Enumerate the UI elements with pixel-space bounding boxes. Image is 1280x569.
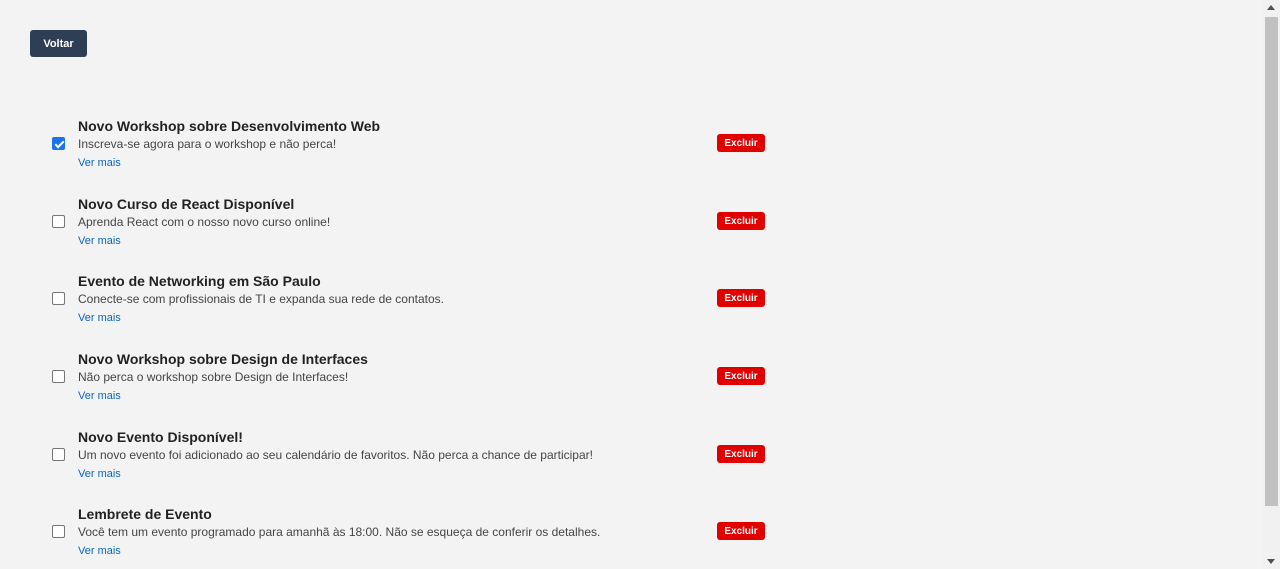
notification-checkbox[interactable] <box>52 137 65 150</box>
vertical-scrollbar[interactable] <box>1263 0 1280 569</box>
notification-checkbox[interactable] <box>52 447 65 461</box>
see-more-link[interactable]: Ver mais <box>78 544 121 558</box>
scrollbar-thumb[interactable] <box>1265 17 1278 506</box>
see-more-link[interactable]: Ver mais <box>78 311 121 325</box>
notification-item: Novo Workshop sobre Desenvolvimento Web … <box>0 114 800 192</box>
notifications-page: Voltar Novo Workshop sobre Desenvolvimen… <box>0 0 1263 569</box>
notification-description: Aprenda React com o nosso novo curso onl… <box>78 214 331 229</box>
notification-item: Lembrete de Evento Você tem um evento pr… <box>0 502 800 569</box>
see-more-link[interactable]: Ver mais <box>78 234 121 248</box>
notification-checkbox[interactable] <box>52 292 65 306</box>
notification-description: Conecte-se com profissionais de TI e exp… <box>78 292 444 307</box>
see-more-link[interactable]: Ver mais <box>78 467 121 481</box>
notification-content: Lembrete de Evento Você tem um evento pr… <box>78 505 698 559</box>
scroll-up-arrow-icon[interactable] <box>1267 5 1275 10</box>
notification-content: Novo Curso de React Disponível Aprenda R… <box>78 195 698 249</box>
scroll-down-arrow-icon[interactable] <box>1267 559 1275 564</box>
delete-button[interactable]: Excluir <box>717 367 765 386</box>
notification-title: Evento de Networking em São Paulo <box>78 273 321 290</box>
delete-button[interactable]: Excluir <box>717 134 765 152</box>
notification-content: Novo Workshop sobre Design de Interfaces… <box>78 350 698 404</box>
see-more-link[interactable]: Ver mais <box>78 156 121 170</box>
notification-title: Novo Evento Disponível! <box>78 428 243 445</box>
notification-item: Novo Curso de React Disponível Aprenda R… <box>0 192 800 270</box>
notification-item: Novo Workshop sobre Design de Interfaces… <box>0 347 800 425</box>
notification-description: Não perca o workshop sobre Design de Int… <box>78 370 349 385</box>
notification-description: Um novo evento foi adicionado ao seu cal… <box>78 447 593 462</box>
notification-title: Novo Workshop sobre Desenvolvimento Web <box>78 118 381 134</box>
notification-content: Novo Workshop sobre Desenvolvimento Web … <box>78 117 698 171</box>
notification-title: Lembrete de Evento <box>78 506 212 523</box>
notification-checkbox[interactable] <box>52 525 65 539</box>
notification-description: Inscreva-se agora para o workshop e não … <box>78 137 337 151</box>
notification-checkbox[interactable] <box>52 370 65 384</box>
notification-content: Novo Evento Disponível! Um novo evento f… <box>78 428 698 482</box>
notification-title: Novo Curso de React Disponível <box>78 195 295 212</box>
notification-title: Novo Workshop sobre Design de Interfaces <box>78 351 368 368</box>
back-button[interactable]: Voltar <box>30 30 87 57</box>
delete-button[interactable]: Excluir <box>717 522 765 541</box>
notification-item: Novo Evento Disponível! Um novo evento f… <box>0 425 800 503</box>
delete-button[interactable]: Excluir <box>717 444 765 463</box>
delete-button[interactable]: Excluir <box>717 289 765 308</box>
notification-checkbox[interactable] <box>52 214 65 228</box>
notification-item: Evento de Networking em São Paulo Conect… <box>0 269 800 347</box>
notification-description: Você tem um evento programado para amanh… <box>78 525 601 540</box>
notification-content: Evento de Networking em São Paulo Conect… <box>78 272 698 326</box>
see-more-link[interactable]: Ver mais <box>78 389 121 403</box>
delete-button[interactable]: Excluir <box>717 211 765 230</box>
notification-list: Novo Workshop sobre Desenvolvimento Web … <box>0 114 800 569</box>
